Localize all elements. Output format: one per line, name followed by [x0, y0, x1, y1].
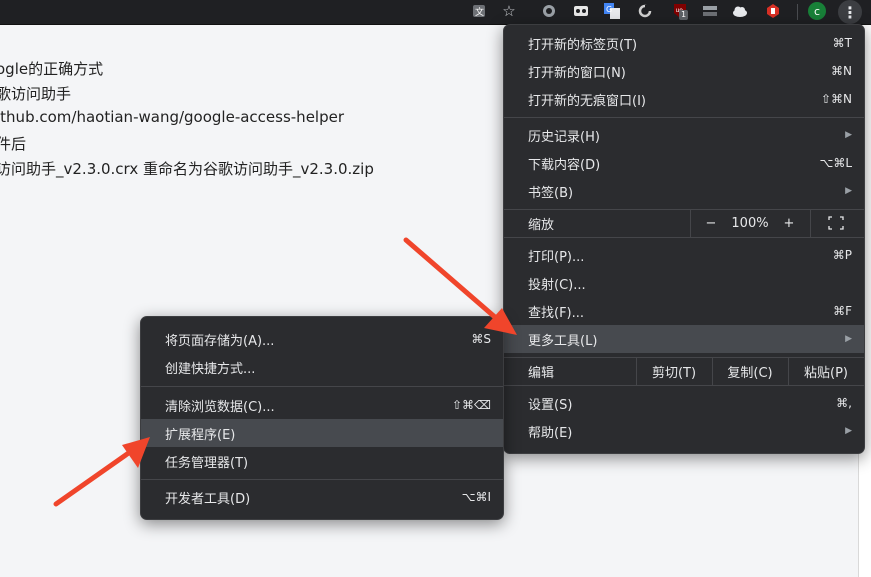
menu-item-settings[interactable]: 设置(S) ⌘, — [504, 389, 864, 417]
menu-item-new-tab[interactable]: 打开新的标签页(T) ⌘T — [504, 29, 864, 57]
menu-item-label: 打开新的标签页(T) — [528, 37, 638, 53]
translate-icon[interactable]: 文 — [470, 2, 488, 20]
submenu-arrow-icon: ▶ — [845, 334, 852, 344]
copy-button[interactable]: 复制(C) — [712, 357, 788, 385]
menu-item-label: 设置(S) — [528, 397, 573, 413]
menu-item-history[interactable]: 历史记录(H) ▶ — [504, 121, 864, 149]
edit-row: 编辑 剪切(T) 复制(C) 粘贴(P) — [504, 357, 864, 385]
toolbar-divider — [797, 4, 798, 20]
zoom-in-button[interactable]: + — [779, 209, 799, 237]
menu-separator — [504, 237, 864, 238]
shortcut-text: ⌘F — [833, 304, 852, 318]
menu-item-print[interactable]: 打印(P)... ⌘P — [504, 241, 864, 269]
shortcut-text: ⌘P — [832, 248, 852, 262]
submenu-item-dev-tools[interactable]: 开发者工具(D) ⌥⌘I — [141, 483, 503, 511]
edit-label: 编辑 — [528, 365, 555, 381]
menu-item-label: 任务管理器(T) — [165, 455, 249, 471]
menu-item-label: 下载内容(D) — [528, 157, 601, 173]
menu-item-label: 查找(F)... — [528, 305, 585, 321]
menu-item-cast[interactable]: 投射(C)... — [504, 269, 864, 297]
ext-tape-icon[interactable] — [572, 2, 590, 20]
svg-text:文: 文 — [475, 6, 484, 18]
shortcut-text: ⌥⌘I — [461, 490, 491, 504]
menu-item-incognito[interactable]: 打开新的无痕窗口(I) ⇧⌘N — [504, 85, 864, 113]
submenu-item-task-manager[interactable]: 任务管理器(T) — [141, 447, 503, 475]
menu-item-find[interactable]: 查找(F)... ⌘F — [504, 297, 864, 325]
submenu-item-extensions[interactable]: 扩展程序(E) — [141, 419, 503, 447]
submenu-arrow-icon: ▶ — [845, 130, 852, 140]
ext-red-icon[interactable] — [764, 2, 782, 20]
shortcut-text: ⌘T — [832, 36, 852, 50]
shortcut-text: ⇧⌘⌫ — [451, 398, 491, 412]
menu-item-label: 打印(P)... — [528, 249, 585, 265]
cloud-icon[interactable] — [731, 2, 749, 20]
menu-separator — [141, 479, 503, 480]
menu-item-downloads[interactable]: 下载内容(D) ⌥⌘L — [504, 149, 864, 177]
zoom-row: 缩放 − 100% + — [504, 209, 864, 237]
svg-text:G: G — [606, 5, 612, 14]
menu-item-label: 开发者工具(D) — [165, 491, 251, 507]
submenu-arrow-icon: ▶ — [845, 426, 852, 436]
submenu-item-clear-data[interactable]: 清除浏览数据(C)... ⇧⌘⌫ — [141, 391, 503, 419]
google-translate-icon[interactable]: G — [603, 2, 621, 20]
page-line-1: ogle的正确方式 — [0, 60, 104, 78]
page-line-4: 件后 — [0, 135, 27, 153]
menu-item-more-tools[interactable]: 更多工具(L) ▶ — [504, 325, 864, 353]
submenu-item-save-page[interactable]: 将页面存储为(A)... ⌘S — [141, 325, 503, 353]
shortcut-text: ⌘N — [831, 64, 852, 78]
menu-item-label: 清除浏览数据(C)... — [165, 399, 275, 415]
more-menu-icon[interactable]: ⋮ — [838, 0, 862, 24]
submenu-arrow-icon: ▶ — [845, 186, 852, 196]
menu-item-new-window[interactable]: 打开新的窗口(N) ⌘N — [504, 57, 864, 85]
menu-item-label: 投射(C)... — [528, 277, 586, 293]
menu-item-label: 将页面存储为(A)... — [165, 333, 275, 349]
browser-toolbar: 文 ☆ G uo 1 c ⋮ — [0, 0, 871, 25]
shortcut-text: ⌘, — [836, 396, 852, 410]
shortcut-text: ⇧⌘N — [820, 92, 852, 106]
zoom-label: 缩放 — [528, 217, 555, 233]
menu-item-label: 更多工具(L) — [528, 333, 598, 349]
more-tools-submenu: 将页面存储为(A)... ⌘S 创建快捷方式... 清除浏览数据(C)... ⇧… — [140, 316, 504, 520]
page-line-5: 访问助手_v2.3.0.crx 重命名为谷歌访问助手_v2.3.0.zip — [0, 160, 374, 178]
paste-button[interactable]: 粘贴(P) — [788, 357, 864, 385]
shortcut-text: ⌘S — [471, 332, 491, 346]
menu-separator — [504, 117, 864, 118]
zoom-out-button[interactable]: − — [701, 209, 721, 237]
zoom-divider — [690, 209, 691, 237]
zoom-level: 100% — [731, 215, 769, 231]
menu-item-label: 打开新的无痕窗口(I) — [528, 93, 646, 109]
menu-item-label: 帮助(E) — [528, 425, 573, 441]
badge-count: 1 — [679, 10, 689, 20]
fullscreen-icon[interactable] — [824, 209, 848, 237]
menu-separator — [504, 385, 864, 386]
menu-item-help[interactable]: 帮助(E) ▶ — [504, 417, 864, 445]
menu-item-label: 历史记录(H) — [528, 129, 600, 145]
page-line-3[interactable]: ithub.com/haotian-wang/google-access-hel… — [0, 108, 344, 126]
shortcut-text: ⌥⌘L — [819, 156, 852, 170]
chrome-main-menu: 打开新的标签页(T) ⌘T 打开新的窗口(N) ⌘N 打开新的无痕窗口(I) ⇧… — [503, 24, 865, 454]
menu-item-label: 扩展程序(E) — [165, 427, 236, 443]
menu-item-label: 书签(B) — [528, 185, 574, 201]
cut-button[interactable]: 剪切(T) — [636, 357, 712, 385]
star-icon[interactable]: ☆ — [500, 2, 518, 20]
submenu-item-create-shortcut[interactable]: 创建快捷方式... — [141, 353, 503, 381]
ext-gray-icon[interactable] — [701, 2, 719, 20]
zoom-divider — [810, 209, 811, 237]
menu-item-bookmarks[interactable]: 书签(B) ▶ — [504, 177, 864, 205]
page-line-2: 歌访问助手 — [0, 85, 72, 103]
chrome-ext-icon[interactable] — [540, 2, 558, 20]
menu-item-label: 打开新的窗口(N) — [528, 65, 626, 81]
menu-item-label: 创建快捷方式... — [165, 361, 256, 377]
menu-separator — [141, 386, 503, 387]
ext-cycle-icon[interactable] — [636, 2, 654, 20]
profile-icon[interactable]: c — [808, 2, 826, 20]
